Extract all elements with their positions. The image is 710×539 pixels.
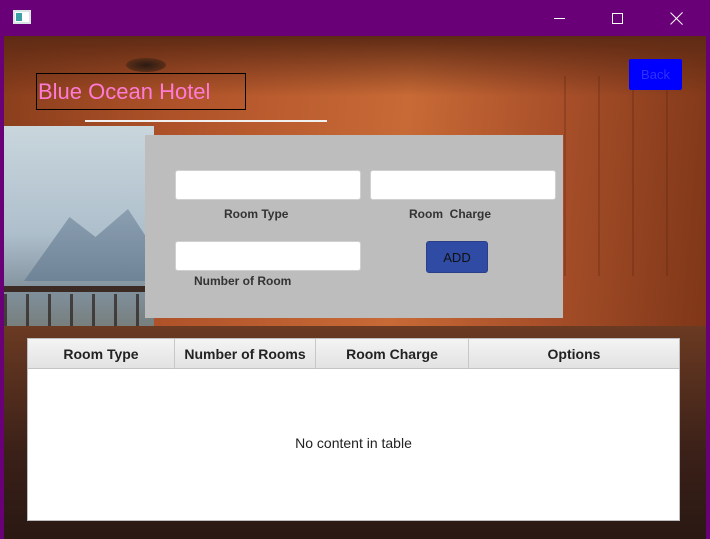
minimize-icon xyxy=(553,17,565,19)
room-type-input[interactable] xyxy=(175,170,361,200)
background-wood-panels xyxy=(564,76,694,276)
app-window: Blue Ocean Hotel Back Room Type Room Cha… xyxy=(0,0,710,539)
room-type-label: Room Type xyxy=(224,207,289,221)
title-bar[interactable] xyxy=(0,0,710,36)
column-header-room-type[interactable]: Room Type xyxy=(28,339,175,369)
app-icon xyxy=(13,10,31,24)
main-content: Blue Ocean Hotel Back Room Type Room Cha… xyxy=(4,36,706,539)
room-charge-label: Room Charge xyxy=(409,207,492,221)
close-icon xyxy=(670,12,683,25)
close-button[interactable] xyxy=(647,0,705,36)
minimize-button[interactable] xyxy=(530,0,588,36)
column-header-options[interactable]: Options xyxy=(469,339,679,369)
background-railing xyxy=(4,286,154,292)
number-of-room-input[interactable] xyxy=(175,241,361,271)
back-button[interactable]: Back xyxy=(629,59,682,90)
rooms-table[interactable]: Room Type Number of Rooms Room Charge Op… xyxy=(27,338,680,521)
add-room-form: Room Type Room Charge Number of Room ADD xyxy=(145,135,563,318)
table-empty-message: No content in table xyxy=(295,435,412,451)
maximize-icon xyxy=(611,12,623,24)
column-header-room-charge[interactable]: Room Charge xyxy=(316,339,469,369)
add-button[interactable]: ADD xyxy=(426,241,488,273)
title-underline xyxy=(85,120,327,122)
room-charge-input[interactable] xyxy=(370,170,556,200)
column-header-number-of-rooms[interactable]: Number of Rooms xyxy=(175,339,316,369)
background-lamp xyxy=(126,58,166,72)
table-header: Room Type Number of Rooms Room Charge Op… xyxy=(28,339,679,369)
maximize-button[interactable] xyxy=(588,0,646,36)
hotel-title: Blue Ocean Hotel xyxy=(36,73,246,110)
number-of-room-label: Number of Room xyxy=(194,274,292,288)
